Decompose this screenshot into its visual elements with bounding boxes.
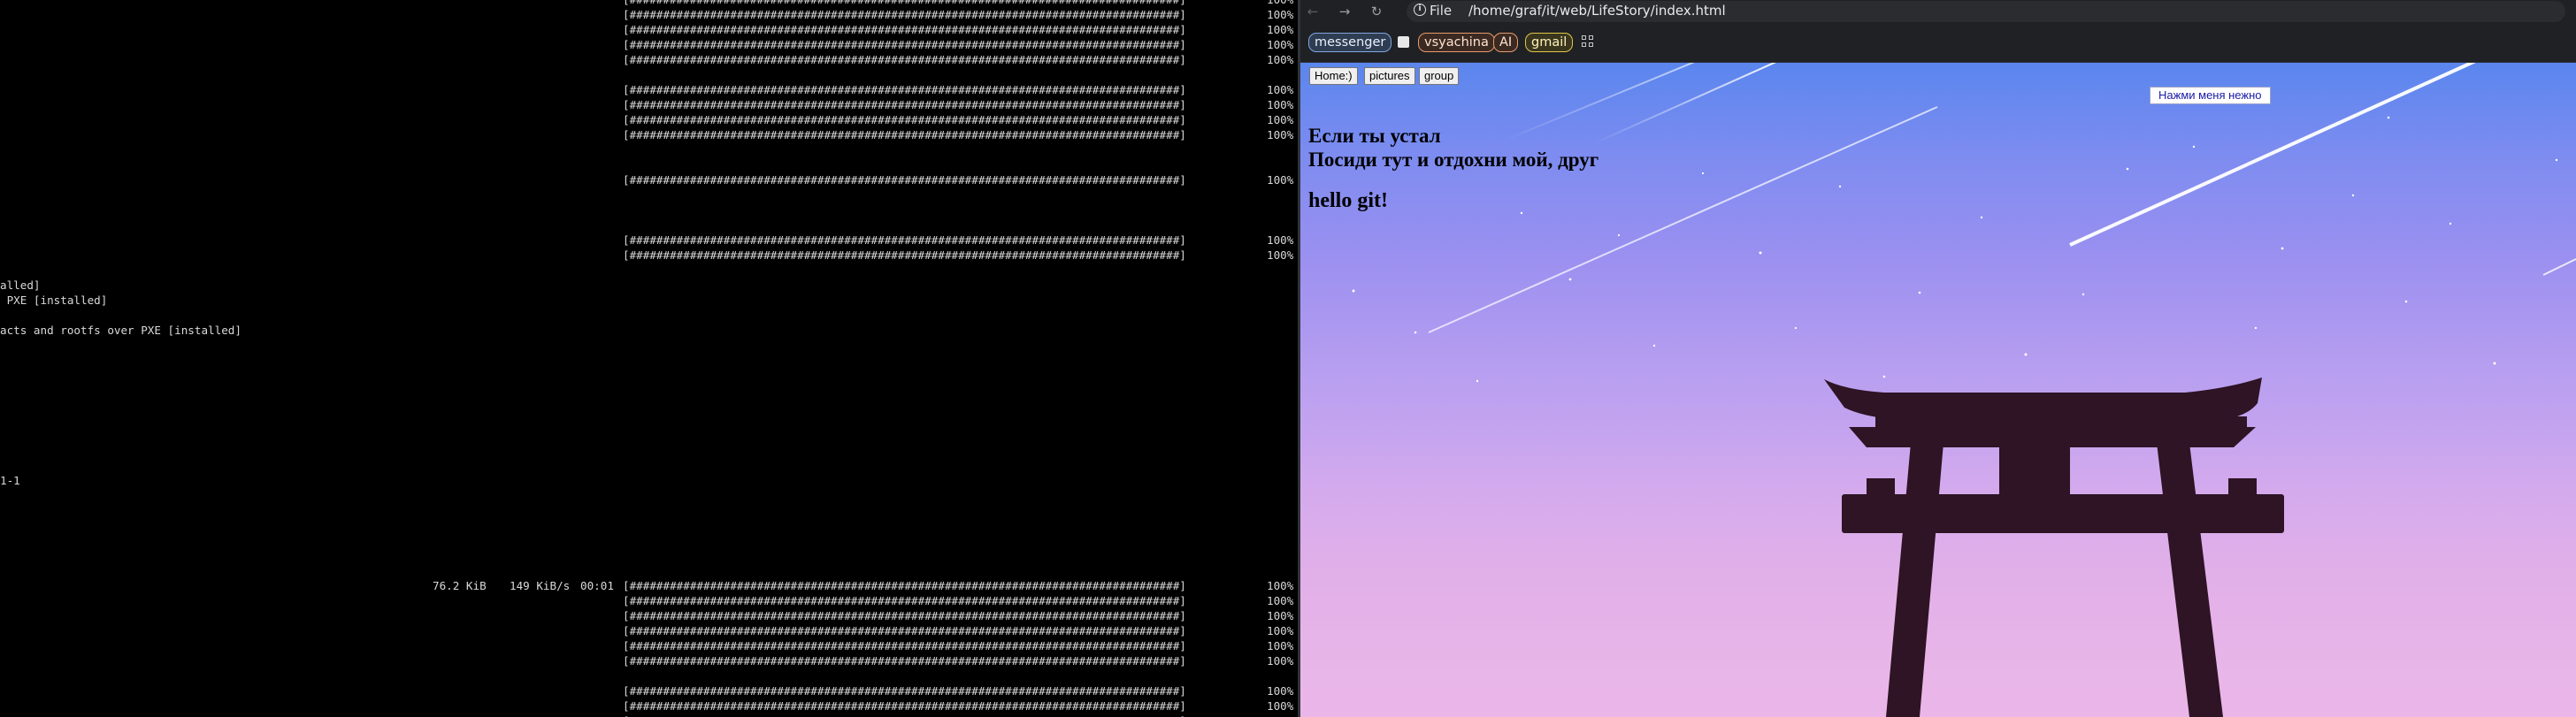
terminal-output-line: alled]: [0, 278, 41, 292]
bookmark-blank-icon[interactable]: [1398, 36, 1409, 48]
progress-percent: 100%: [1267, 8, 1294, 21]
reload-icon[interactable]: ↻: [1368, 3, 1385, 20]
page-viewport: Home:) pictures group Нажми меня нежно Е…: [1300, 63, 2576, 717]
progress-bar-row: [#######################################…: [623, 98, 1186, 111]
address-scheme-label[interactable]: File: [1430, 4, 1452, 19]
progress-percent: 100%: [1267, 624, 1294, 637]
progress-bar-row: [#######################################…: [623, 684, 1186, 698]
progress-bar-row: [#######################################…: [623, 128, 1186, 141]
progress-bar-row: [#######################################…: [623, 609, 1186, 622]
group-button[interactable]: group: [1419, 67, 1460, 85]
progress-bar-row: [#######################################…: [623, 699, 1186, 713]
progress-bar-row: [#######################################…: [623, 23, 1186, 36]
apps-grid-icon[interactable]: [1582, 35, 1596, 50]
progress-bar-row: [#######################################…: [623, 83, 1186, 96]
info-icon[interactable]: i: [1414, 4, 1426, 16]
progress-percent: 100%: [1267, 38, 1294, 51]
bookmark-messenger[interactable]: messenger: [1308, 33, 1392, 52]
download-eta: 00:01: [580, 579, 614, 592]
progress-percent: 100%: [1267, 248, 1294, 262]
shooting-star: [1591, 63, 1776, 145]
progress-bar-row: [#######################################…: [623, 624, 1186, 637]
download-speed: 149 KiB/s: [510, 579, 571, 592]
progress-bar-row: [#######################################…: [623, 113, 1186, 126]
bookmark-gmail[interactable]: gmail: [1525, 33, 1574, 52]
progress-bar-row: [#######################################…: [623, 713, 1281, 717]
progress-bar-row: [#######################################…: [623, 594, 1186, 607]
forward-icon[interactable]: →: [1336, 3, 1353, 20]
progress-percent: 100%: [1267, 579, 1294, 592]
heading-line-1: Если ты устал: [1308, 125, 1441, 147]
progress-percent: 100%: [1267, 98, 1294, 111]
progress-percent: 100%: [1267, 83, 1294, 96]
progress-bar-row: [#######################################…: [623, 8, 1186, 21]
bookmark-ai[interactable]: AI: [1493, 33, 1519, 52]
progress-bar-row: [#######################################…: [623, 0, 1281, 7]
browser-window: ← → ↻ i File /home/graf/it/web/LifeStory…: [1300, 0, 2576, 717]
heading-line-2: Посиди тут и отдохни мой, друг: [1308, 149, 1599, 171]
progress-bar-row: [#######################################…: [623, 579, 1186, 592]
address-url[interactable]: /home/graf/it/web/LifeStory/index.html: [1468, 4, 1726, 19]
shooting-star: [2542, 258, 2576, 276]
browser-toolbar: ← → ↻ i File /home/graf/it/web/LifeStory…: [1300, 0, 2576, 23]
back-icon[interactable]: ←: [1304, 3, 1322, 20]
progress-bar-row: [#######################################…: [623, 639, 1186, 652]
progress-percent: 100%: [1267, 233, 1294, 247]
progress-percent: 100%: [1267, 0, 1293, 7]
progress-percent: 100%: [1267, 23, 1294, 36]
progress-percent: 100%: [1267, 713, 1293, 717]
progress-percent: 100%: [1267, 609, 1294, 622]
press-me-button[interactable]: Нажми меня нежно: [2150, 87, 2271, 104]
progress-percent: 100%: [1267, 654, 1294, 667]
shooting-star: [1503, 63, 1695, 141]
progress-bar-row: [#######################################…: [623, 38, 1186, 51]
hello-heading: hello git!: [1308, 189, 1388, 212]
progress-bar-row: [#######################################…: [623, 233, 1186, 247]
bookmarks-bar: messenger vsyachina AI gmail: [1300, 23, 2576, 63]
progress-bar-row: [#######################################…: [623, 654, 1186, 667]
progress-percent: 100%: [1267, 594, 1294, 607]
shooting-star: [2069, 63, 2476, 247]
terminal-output-line: acts and rootfs over PXE [installed]: [0, 324, 242, 337]
terminal-pane[interactable]: [#######################################…: [0, 0, 1298, 717]
progress-percent: 100%: [1267, 699, 1294, 713]
download-size: 76.2 KiB: [433, 579, 487, 592]
progress-percent: 100%: [1267, 684, 1294, 698]
progress-percent: 100%: [1267, 128, 1294, 141]
bookmark-vsyachina[interactable]: vsyachina: [1418, 33, 1495, 52]
home-button[interactable]: Home:): [1309, 67, 1358, 85]
progress-bar-row: [#######################################…: [623, 248, 1186, 262]
progress-percent: 100%: [1267, 173, 1294, 187]
progress-percent: 100%: [1267, 53, 1294, 66]
progress-bar-row: [#######################################…: [623, 53, 1186, 66]
terminal-output-line: 1-1: [0, 474, 20, 487]
progress-percent: 100%: [1267, 113, 1294, 126]
pictures-button[interactable]: pictures: [1364, 67, 1415, 85]
progress-bar-row: [#######################################…: [623, 173, 1186, 187]
terminal-output-line: PXE [installed]: [0, 294, 108, 307]
progress-percent: 100%: [1267, 639, 1294, 652]
